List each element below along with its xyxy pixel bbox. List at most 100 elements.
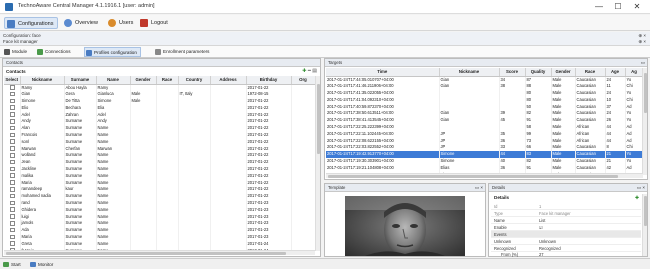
table-row[interactable]: 2017-01-24T17:19:30.303901+04:00 Simone 40… bbox=[326, 157, 643, 165]
targets-column-header[interactable]: Nickname bbox=[439, 68, 500, 77]
table-row[interactable]: rand Surname Name 2017-01-23 bbox=[4, 199, 315, 207]
monitor-button[interactable]: Monitor bbox=[30, 261, 53, 268]
table-row[interactable]: Adel Zahran Adel 2017-01-22 bbox=[4, 111, 315, 119]
targets-column-header[interactable]: Time bbox=[326, 68, 440, 77]
table-row[interactable]: 2017-01-24T17:41:46.211906+04:00 Gian 38 88… bbox=[326, 83, 643, 90]
details-panel-float-icon[interactable]: ▭ × bbox=[637, 184, 645, 192]
logout-button[interactable]: Logout bbox=[138, 17, 172, 29]
start-button[interactable]: Start bbox=[3, 261, 21, 268]
contacts-column-header[interactable]: Address bbox=[210, 76, 247, 85]
enable-checkbox[interactable]: ☑ bbox=[539, 224, 543, 231]
select-checkbox[interactable] bbox=[10, 132, 15, 138]
table-row[interactable]: Alan Surname Name 2017-01-22 bbox=[4, 125, 315, 132]
targets-column-header[interactable]: Race bbox=[575, 68, 606, 77]
contacts-scroll-thumb[interactable] bbox=[317, 84, 320, 154]
event-value[interactable]: 27 bbox=[539, 251, 544, 258]
targets-horizontal-scrollbar[interactable] bbox=[326, 173, 643, 178]
targets-scroll-thumb[interactable] bbox=[644, 73, 647, 113]
contacts-column-header[interactable]: Birthday bbox=[246, 76, 292, 85]
detail-value[interactable]: 1 bbox=[539, 203, 541, 210]
select-checkbox[interactable] bbox=[10, 173, 15, 178]
targets-column-header[interactable]: Quality bbox=[525, 68, 552, 77]
table-row[interactable]: 2017-01-24T17:22:11.102445+04:00 JP 35 99 Ma… bbox=[326, 130, 643, 138]
contacts-column-header[interactable]: Race bbox=[156, 76, 179, 85]
select-checkbox[interactable] bbox=[10, 234, 15, 240]
table-row[interactable]: Greta Surname Name 2017-01-24 bbox=[4, 240, 315, 248]
select-checkbox[interactable] bbox=[10, 200, 15, 206]
add-contact-icon[interactable]: ✚ bbox=[302, 68, 306, 74]
select-checkbox[interactable] bbox=[10, 146, 15, 151]
targets-column-header[interactable]: Age bbox=[605, 68, 626, 77]
table-row[interactable]: Jean Surname Name 2017-01-22 bbox=[4, 159, 315, 166]
overview-button[interactable]: Overview bbox=[62, 17, 102, 29]
table-row[interactable]: wolland Surname Name 2017-01-22 bbox=[4, 152, 315, 160]
details-scroll-thumb[interactable] bbox=[644, 196, 647, 226]
remove-contact-icon[interactable]: ━ bbox=[308, 68, 311, 74]
select-checkbox[interactable] bbox=[10, 180, 15, 185]
configurations-button[interactable]: Configurations bbox=[4, 17, 59, 29]
targets-vertical-scrollbar[interactable] bbox=[642, 68, 647, 175]
table-row[interactable]: Jackline Surname Name 2017-01-22 bbox=[4, 165, 315, 173]
contacts-column-header[interactable]: Gender bbox=[130, 76, 157, 85]
select-checkbox[interactable] bbox=[10, 214, 15, 219]
table-row[interactable]: Francois Surname Name 2017-01-22 bbox=[4, 131, 315, 139]
table-row[interactable]: 2017-01-24T17:44:05.010707+04:00 Gian 34 87… bbox=[326, 76, 643, 84]
contacts-column-header[interactable]: Org bbox=[291, 76, 315, 85]
table-row[interactable]: Maria Surname Name 2017-01-23 bbox=[4, 233, 315, 241]
targets-column-header[interactable]: Score bbox=[499, 68, 526, 77]
tab-connections[interactable]: Connections bbox=[36, 47, 74, 57]
contacts-horizontal-scrollbar[interactable] bbox=[4, 250, 315, 255]
select-checkbox[interactable] bbox=[10, 139, 15, 144]
close-button[interactable]: ✕ bbox=[626, 1, 648, 13]
table-row[interactable]: Elio Bechara Elia 2017-01-22 bbox=[4, 104, 315, 112]
select-checkbox[interactable] bbox=[10, 193, 15, 199]
contacts-column-header[interactable]: Select bbox=[4, 76, 21, 85]
table-row[interactable]: 2017-01-24T17:41:35.022055+04:00 80 Male Ca… bbox=[326, 89, 643, 97]
table-row[interactable]: Andy Surname Andy 2017-01-22 bbox=[4, 118, 315, 126]
select-checkbox[interactable] bbox=[10, 112, 15, 117]
select-checkbox[interactable] bbox=[10, 221, 15, 226]
table-row[interactable]: Gian Gera Gianluca Male IT, Italy 1972-08-15 bbox=[4, 91, 315, 98]
select-checkbox[interactable] bbox=[10, 159, 15, 165]
table-row[interactable]: Ada Surname Name 2017-01-23 bbox=[4, 227, 315, 234]
select-checkbox[interactable] bbox=[10, 125, 15, 131]
tab-enrollment-parameters[interactable]: Enrollment parameters bbox=[154, 47, 212, 57]
table-row[interactable]: luigi Surname Name 2017-01-23 bbox=[4, 213, 315, 221]
tab-module[interactable]: Module bbox=[3, 47, 30, 57]
contacts-column-header[interactable]: Nickname bbox=[20, 76, 65, 85]
table-row[interactable]: Simone De Titta Simone Male 2017-01-22 bbox=[4, 97, 315, 105]
targets-panel-close-icon[interactable]: ▭ bbox=[641, 59, 645, 67]
users-button[interactable]: Users bbox=[106, 17, 137, 29]
table-row[interactable]: 2017-01-24T17:40:59.872370+04:00 50 Male Ca… bbox=[326, 103, 643, 111]
select-checkbox[interactable] bbox=[10, 85, 15, 90]
table-row[interactable]: ramandeep kaur Name 2017-01-22 bbox=[4, 186, 315, 194]
template-panel-float-icon[interactable]: ▭ × bbox=[475, 184, 483, 192]
table-row[interactable]: 2017-01-24T17:22:03.822552+04:00 JP 33 66 Ma… bbox=[326, 144, 643, 152]
select-checkbox[interactable] bbox=[10, 105, 15, 110]
options-icon[interactable]: ▤ bbox=[312, 68, 317, 74]
table-row[interactable]: 2017-01-24T17:38:41.413545+04:00 Gian 45 91… bbox=[326, 117, 643, 124]
select-checkbox[interactable] bbox=[10, 91, 15, 97]
select-checkbox[interactable] bbox=[10, 153, 15, 158]
contacts-column-header[interactable]: Country bbox=[178, 76, 211, 85]
select-checkbox[interactable] bbox=[10, 119, 15, 124]
table-row[interactable]: 2017-01-24T17:22:25.222399+04:00 58 Male Af… bbox=[326, 123, 643, 131]
tab-profiles-configuration[interactable]: Profiles configuration bbox=[84, 47, 141, 57]
table-row[interactable]: Ghidera Surname Name 2017-01-23 bbox=[4, 206, 315, 214]
contacts-hscroll-thumb[interactable] bbox=[6, 252, 286, 255]
table-row[interactable]: 2017-01-24T17:41:04.092310+04:00 80 Male Ca… bbox=[326, 96, 643, 104]
table-row[interactable]: mohamed nadia Surname Name 2017-01-22 bbox=[4, 193, 315, 200]
table-row[interactable]: sonl Surname Name 2017-01-22 bbox=[4, 138, 315, 146]
select-checkbox[interactable] bbox=[10, 207, 15, 212]
collapse-icon[interactable]: ⊕ × bbox=[638, 39, 646, 45]
event-value[interactable]: Unknown bbox=[539, 238, 556, 245]
select-checkbox[interactable] bbox=[10, 98, 15, 104]
table-row[interactable]: Maria Surname Name 2017-01-22 bbox=[4, 179, 315, 187]
detail-value[interactable]: List bbox=[539, 217, 545, 224]
targets-hscroll-thumb[interactable] bbox=[328, 175, 618, 178]
table-row[interactable]: 2017-01-24T17:19:21.104808+04:00 Elias 36 9… bbox=[326, 164, 643, 172]
table-row[interactable]: jamols Surname Name 2017-01-23 bbox=[4, 220, 315, 228]
contacts-vertical-scrollbar[interactable] bbox=[315, 76, 320, 251]
targets-column-header[interactable]: Gender bbox=[551, 68, 576, 77]
details-vertical-scrollbar[interactable] bbox=[642, 194, 647, 256]
